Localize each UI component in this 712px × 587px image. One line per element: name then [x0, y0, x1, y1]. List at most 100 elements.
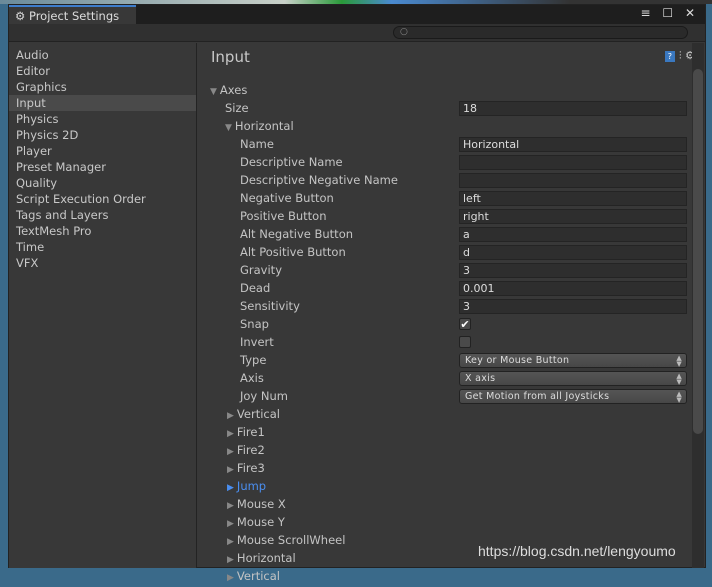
- joy-num-value: Get Motion from all Joysticks: [465, 391, 610, 402]
- axis-foldout: ▶ Mouse X: [198, 495, 705, 513]
- axis-foldout-toggle[interactable]: ▶ Jump: [227, 477, 266, 497]
- invert-checkbox[interactable]: [459, 336, 471, 348]
- axis-foldout-toggle[interactable]: ▶ Mouse Y: [227, 513, 285, 533]
- scrollbar[interactable]: [692, 43, 704, 568]
- input-settings-panel: Input ? ⫶ ⚙ ▼ Axes Size 18 ▼ Horizontal Name Hor…: [198, 43, 705, 583]
- name-row: Name Horizontal: [198, 135, 705, 153]
- axis-label: Horizontal: [236, 551, 296, 565]
- axis-foldout: ▶ Mouse Y: [198, 513, 705, 531]
- descriptive-name-label: Descriptive Name: [240, 155, 343, 169]
- sidebar: Audio Editor Graphics Input Physics Physics 2…: [9, 43, 197, 568]
- axis-foldout: ▶ Vertical: [198, 405, 705, 423]
- axis-foldout: ▶ Jump: [198, 477, 705, 495]
- axis-label: Vertical: [236, 569, 280, 583]
- axis-label: Mouse ScrollWheel: [236, 533, 346, 547]
- gravity-field[interactable]: 3: [459, 263, 687, 278]
- sidebar-item-physics[interactable]: Physics: [9, 111, 196, 127]
- triangle-right-icon: ▶: [227, 483, 234, 493]
- axis-foldout-toggle[interactable]: ▶ Mouse X: [227, 495, 286, 515]
- size-row: Size 18: [198, 99, 705, 117]
- sidebar-item-audio[interactable]: Audio: [9, 47, 196, 63]
- axis-value: X axis: [465, 373, 496, 384]
- alt-negative-button-row: Alt Negative Button a: [198, 225, 705, 243]
- negative-button-field[interactable]: left: [459, 191, 687, 206]
- sidebar-item-quality[interactable]: Quality: [9, 175, 196, 191]
- gravity-label: Gravity: [240, 263, 283, 277]
- triangle-right-icon: ▶: [227, 537, 234, 547]
- axis-label: Fire1: [236, 425, 265, 439]
- positive-button-row: Positive Button right: [198, 207, 705, 225]
- sidebar-item-input[interactable]: Input: [9, 95, 196, 111]
- name-field[interactable]: Horizontal: [459, 137, 687, 152]
- descriptive-name-row: Descriptive Name: [198, 153, 705, 171]
- sensitivity-field[interactable]: 3: [459, 299, 687, 314]
- axes-label: Axes: [219, 83, 248, 97]
- sidebar-item-preset-manager[interactable]: Preset Manager: [9, 159, 196, 175]
- alt-negative-button-label: Alt Negative Button: [240, 227, 354, 241]
- alt-negative-button-field[interactable]: a: [459, 227, 687, 242]
- descriptive-name-field[interactable]: [459, 155, 687, 170]
- snap-checkbox[interactable]: ✔: [459, 318, 471, 330]
- sidebar-item-physics-2d[interactable]: Physics 2D: [9, 127, 196, 143]
- triangle-right-icon: ▶: [227, 519, 234, 529]
- sidebar-item-textmesh-pro[interactable]: TextMesh Pro: [9, 223, 196, 239]
- alt-positive-button-field[interactable]: d: [459, 245, 687, 260]
- search-input[interactable]: ○: [393, 26, 688, 39]
- descriptive-negative-name-label: Descriptive Negative Name: [240, 173, 398, 187]
- type-dropdown[interactable]: Key or Mouse Button ▲ ▼: [459, 353, 687, 368]
- horizontal-foldout-toggle[interactable]: ▼ Horizontal: [225, 117, 294, 137]
- axes-foldout-toggle[interactable]: ▼ Axes: [210, 81, 247, 101]
- joy-num-dropdown[interactable]: Get Motion from all Joysticks ▲ ▼: [459, 389, 687, 404]
- checkmark-icon: ✔: [460, 318, 470, 331]
- window-title: Project Settings: [28, 9, 120, 23]
- size-label: Size: [225, 101, 249, 115]
- horizontal-label: Horizontal: [234, 119, 294, 133]
- axis-dropdown[interactable]: X axis ▲ ▼: [459, 371, 687, 386]
- tab-bar: ⚙ Project Settings ≡ ☐ ✕: [9, 5, 705, 24]
- dead-label: Dead: [240, 281, 271, 295]
- sensitivity-row: Sensitivity 3: [198, 297, 705, 315]
- triangle-right-icon: ▶: [227, 429, 234, 439]
- negative-button-row: Negative Button left: [198, 189, 705, 207]
- tab-project-settings[interactable]: ⚙ Project Settings: [9, 5, 136, 24]
- updown-arrows-icon: ▲ ▼: [676, 372, 682, 386]
- snap-row: Snap ✔: [198, 315, 705, 333]
- axis-foldout-toggle[interactable]: ▶ Horizontal: [227, 549, 296, 569]
- triangle-right-icon: ▶: [227, 573, 234, 583]
- positive-button-field[interactable]: right: [459, 209, 687, 224]
- updown-arrows-icon: ▲ ▼: [676, 354, 682, 368]
- window-controls[interactable]: ≡ ☐ ✕: [641, 6, 700, 20]
- alt-positive-button-label: Alt Positive Button: [240, 245, 346, 259]
- axis-foldout-toggle[interactable]: ▶ Fire3: [227, 459, 265, 479]
- axis-foldout-toggle[interactable]: ▶ Vertical: [227, 567, 280, 587]
- axis-foldout-toggle[interactable]: ▶ Mouse ScrollWheel: [227, 531, 345, 551]
- triangle-right-icon: ▶: [227, 447, 234, 457]
- axis-foldout-toggle[interactable]: ▶ Fire1: [227, 423, 265, 443]
- name-label: Name: [240, 137, 274, 151]
- size-field[interactable]: 18: [459, 101, 687, 116]
- sidebar-item-player[interactable]: Player: [9, 143, 196, 159]
- sidebar-item-editor[interactable]: Editor: [9, 63, 196, 79]
- axis-foldout-toggle[interactable]: ▶ Vertical: [227, 405, 280, 425]
- axis-foldout-toggle[interactable]: ▶ Fire2: [227, 441, 265, 461]
- sidebar-item-graphics[interactable]: Graphics: [9, 79, 196, 95]
- sidebar-item-script-execution-order[interactable]: Script Execution Order: [9, 191, 196, 207]
- axis-foldout: ▶ Fire2: [198, 441, 705, 459]
- preset-icon[interactable]: ⫶: [679, 49, 682, 62]
- triangle-right-icon: ▶: [227, 501, 234, 511]
- alt-positive-button-row: Alt Positive Button d: [198, 243, 705, 261]
- dead-field[interactable]: 0.001: [459, 281, 687, 296]
- gravity-row: Gravity 3: [198, 261, 705, 279]
- dead-row: Dead 0.001: [198, 279, 705, 297]
- descriptive-negative-name-field[interactable]: [459, 173, 687, 188]
- updown-arrows-icon: ▲ ▼: [676, 390, 682, 404]
- axis-label: Fire3: [236, 461, 265, 475]
- sidebar-item-tags-and-layers[interactable]: Tags and Layers: [9, 207, 196, 223]
- sidebar-item-time[interactable]: Time: [9, 239, 196, 255]
- help-icon[interactable]: ?: [664, 51, 675, 62]
- triangle-down-icon: ▼: [210, 87, 217, 97]
- scrollbar-thumb[interactable]: [693, 69, 703, 434]
- sidebar-item-vfx[interactable]: VFX: [9, 255, 196, 271]
- negative-button-label: Negative Button: [240, 191, 334, 205]
- triangle-right-icon: ▶: [227, 465, 234, 475]
